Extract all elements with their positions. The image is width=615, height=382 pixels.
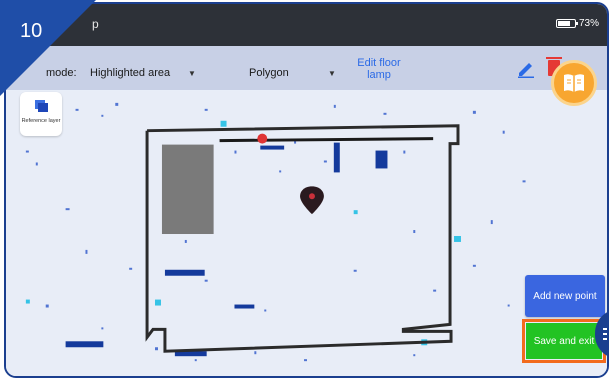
battery-indicator: 73% — [555, 18, 599, 29]
step-badge-background — [0, 0, 96, 96]
chevron-down-icon[interactable]: ▼ — [328, 69, 336, 78]
status-bar: p 73% — [6, 4, 607, 46]
guide-button[interactable] — [551, 60, 597, 106]
floor-map[interactable] — [6, 90, 607, 378]
map-toolbar: mode: Highlighted area ▼ Polygon ▼ Edit … — [6, 46, 607, 90]
reference-layer-button[interactable]: Reference layer — [20, 92, 62, 136]
pencil-icon[interactable] — [516, 60, 536, 78]
step-number: 10 — [20, 20, 43, 42]
save-exit-highlight: Save and exit — [522, 319, 606, 363]
mode-select[interactable]: Highlighted area — [90, 67, 170, 79]
shape-select[interactable]: Polygon — [249, 67, 289, 79]
save-and-exit-button[interactable]: Save and exit — [526, 323, 602, 359]
battery-icon — [555, 19, 578, 28]
reference-layer-label: Reference layer — [21, 118, 61, 124]
book-icon — [564, 74, 584, 92]
layers-icon — [35, 100, 48, 112]
battery-level: 73% — [578, 18, 599, 29]
chevron-down-icon[interactable]: ▼ — [188, 69, 196, 78]
edit-target-label[interactable]: Edit floor lamp — [349, 57, 409, 81]
add-new-point-button[interactable]: Add new point — [525, 275, 605, 317]
